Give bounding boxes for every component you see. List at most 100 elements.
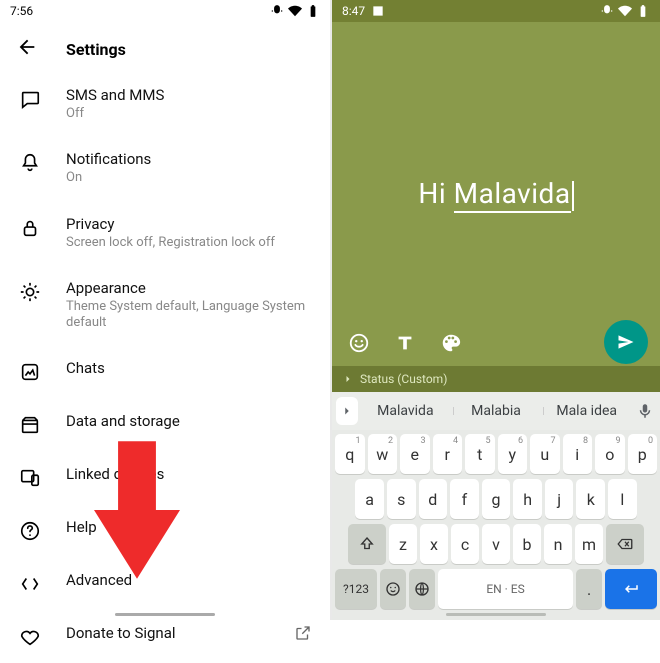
key-g[interactable]: g [482,479,511,519]
key-h[interactable]: h [513,479,542,519]
key-s[interactable]: s [387,479,416,519]
clock-left: 7:56 [10,4,33,18]
font-button[interactable] [394,332,416,354]
key-i[interactable]: i8 [563,434,593,474]
palette-button[interactable] [440,332,462,354]
nav-handle-right[interactable] [446,613,546,616]
suggestion-2[interactable]: Malabia [453,403,540,419]
battery-icon [636,4,650,18]
key-period[interactable]: . [576,569,602,609]
status-compose-area[interactable]: Hi Malavida [332,22,660,366]
external-link-icon [294,624,314,644]
key-space[interactable]: EN · ES [438,569,573,609]
emoji-icon [348,332,370,354]
key-l[interactable]: l [608,479,637,519]
settings-item-linked[interactable]: Linked devices [0,451,330,504]
status-icons-left [270,4,320,18]
chevron-right-icon [340,404,354,418]
key-e[interactable]: e3 [400,434,430,474]
key-u[interactable]: u7 [530,434,560,474]
wifi-icon [618,4,632,18]
key-m[interactable]: m [575,524,603,564]
settings-item-title: Data and storage [66,412,314,430]
status-bar-left: 7:56 [0,0,330,22]
key-y[interactable]: y6 [498,434,528,474]
enter-icon [622,580,640,598]
send-button[interactable] [604,320,648,364]
globe-icon [413,580,431,598]
settings-item-notifications[interactable]: NotificationsOn [0,136,330,200]
key-language[interactable] [409,569,435,609]
image-icon [371,4,385,18]
key-j[interactable]: j [545,479,574,519]
suggestion-1[interactable]: Malavida [362,403,449,419]
key-z[interactable]: z [389,524,417,564]
backspace-icon [616,535,634,553]
compose-static: Hi [418,177,453,210]
key-r[interactable]: r4 [433,434,463,474]
donate-icon [18,625,42,649]
sms-icon [18,87,42,111]
palette-icon [440,332,462,354]
key-f[interactable]: f [450,479,479,519]
key-d[interactable]: d [419,479,448,519]
suggestion-3[interactable]: Mala idea [543,403,630,419]
settings-item-privacy[interactable]: PrivacyScreen lock off, Registration loc… [0,201,330,265]
wifi-icon [288,4,302,18]
key-c[interactable]: c [451,524,479,564]
key-k[interactable]: k [576,479,605,519]
key-enter[interactable] [605,569,657,609]
settings-item-advanced[interactable]: Advanced [0,557,330,610]
keyboard-row-2: asdfghjkl [335,479,657,519]
vibrate-icon [600,4,614,18]
key-a[interactable]: a [355,479,384,519]
compose-toolbar [348,332,462,354]
key-emoji[interactable] [380,569,406,609]
settings-item-appearance[interactable]: AppearanceTheme System default, Language… [0,265,330,346]
settings-item-help[interactable]: Help [0,504,330,557]
settings-item-donate[interactable]: Donate to Signal [0,610,330,663]
status-custom-bar[interactable]: Status (Custom) [332,366,660,392]
compose-autocomplete-word: Malavida [454,177,571,213]
key-t[interactable]: t5 [465,434,495,474]
settings-item-title: SMS and MMS [66,86,314,104]
settings-item-title: Help [66,518,314,536]
key-o[interactable]: o9 [595,434,625,474]
voice-input-button[interactable] [634,402,656,420]
settings-item-sms[interactable]: SMS and MMS Off [0,72,330,136]
nav-handle-left[interactable] [115,613,215,616]
key-p[interactable]: p0 [628,434,658,474]
key-q[interactable]: q1 [335,434,365,474]
privacy-icon [18,216,42,240]
key-b[interactable]: b [513,524,541,564]
key-v[interactable]: v [482,524,510,564]
settings-item-subtitle: Off [66,106,314,122]
key-backspace[interactable] [606,524,644,564]
key-n[interactable]: n [544,524,572,564]
data-icon [18,413,42,437]
settings-item-subtitle: Screen lock off, Registration lock off [66,235,314,251]
font-icon [394,332,416,354]
settings-item-data[interactable]: Data and storage [0,398,330,451]
expand-suggestions-button[interactable] [336,397,358,425]
settings-item-title: Notifications [66,150,314,168]
status-bar-right: 8:47 [332,0,660,22]
vibrate-icon [270,4,284,18]
settings-title: Settings [66,40,126,59]
keyboard-row-4: ?123 EN · ES . [335,569,657,609]
status-icons-right [600,4,650,18]
key-numbers[interactable]: ?123 [335,569,377,609]
compose-text[interactable]: Hi Malavida [418,177,573,211]
clock-right: 8:47 [342,4,365,18]
settings-item-subtitle: Theme System default, Language System de… [66,299,314,332]
key-shift[interactable] [348,524,386,564]
emoji-icon [384,580,402,598]
back-button[interactable] [16,36,38,62]
key-x[interactable]: x [420,524,448,564]
keyboard-suggestions: Malavida Malabia Mala idea [332,392,660,430]
linked-icon [18,466,42,490]
settings-item-chats[interactable]: Chats [0,345,330,398]
key-w[interactable]: w2 [368,434,398,474]
arrow-left-icon [16,36,38,58]
emoji-button[interactable] [348,332,370,354]
